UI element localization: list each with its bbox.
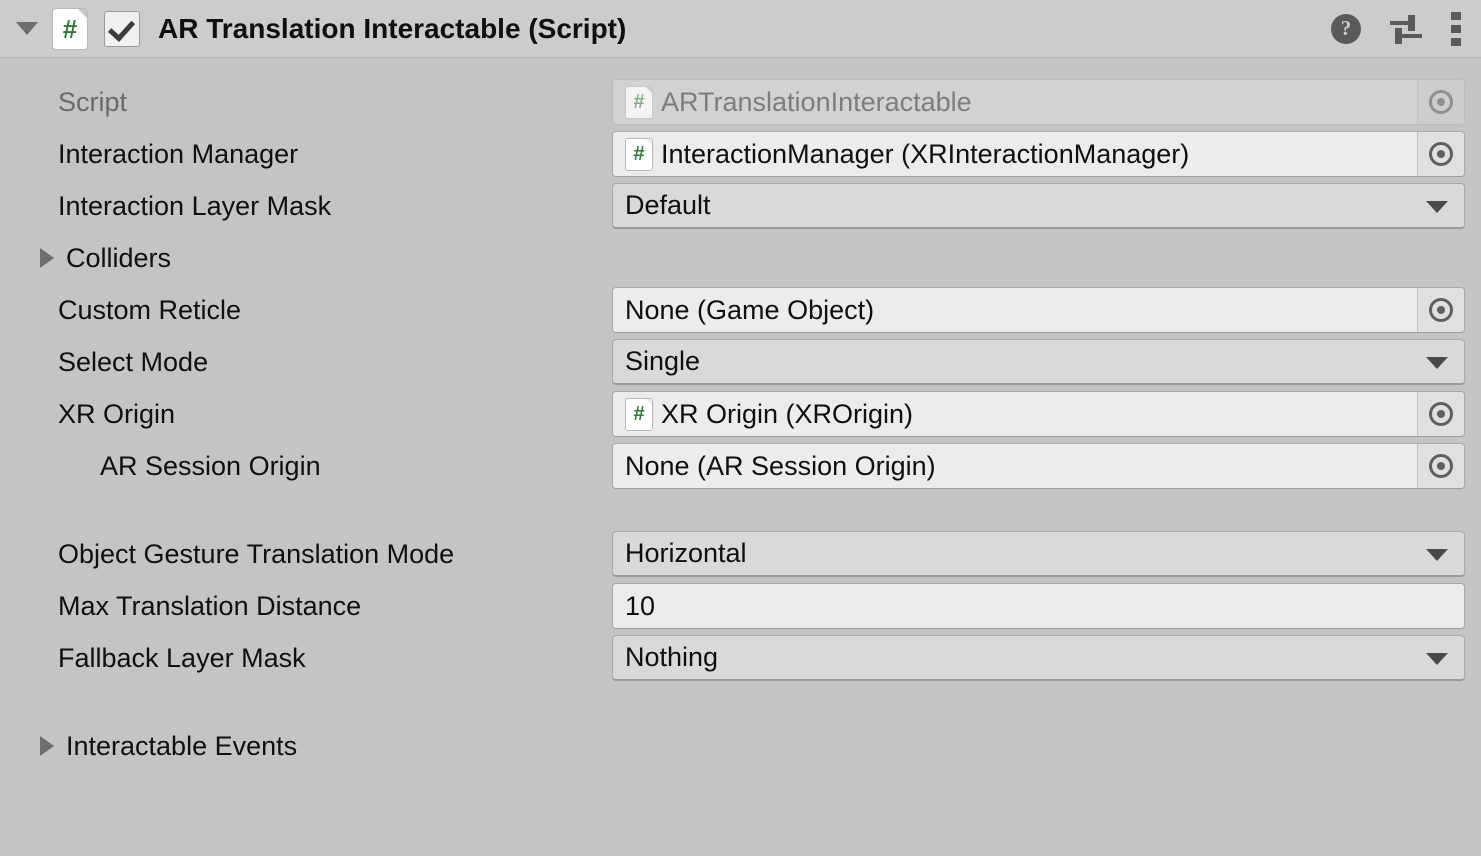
field-interaction-layer-mask[interactable]: Default xyxy=(612,183,1465,229)
field-max-translation-distance[interactable]: 10 xyxy=(612,583,1465,629)
field-xr-origin-value: XR Origin (XROrigin) xyxy=(661,401,913,428)
property-row-interactable-events[interactable]: Interactable Events xyxy=(0,720,1481,772)
label-custom-reticle: Custom Reticle xyxy=(16,295,612,326)
csharp-script-icon: # xyxy=(625,86,653,119)
label-interaction-manager: Interaction Manager xyxy=(16,139,612,170)
section-spacer xyxy=(0,684,1481,720)
property-row-script: Script # ARTranslationInteractable xyxy=(0,76,1481,128)
top-spacer xyxy=(0,58,1481,76)
label-ar-session-origin: AR Session Origin xyxy=(16,451,612,482)
object-picker-icon[interactable] xyxy=(1417,288,1464,332)
field-custom-reticle-value: None (Game Object) xyxy=(625,295,874,326)
field-interaction-layer-mask-value: Default xyxy=(625,190,711,221)
label-object-gesture-translation-mode: Object Gesture Translation Mode xyxy=(16,539,612,570)
label-colliders: Colliders xyxy=(16,243,612,274)
field-interaction-manager[interactable]: # InteractionManager (XRInteractionManag… xyxy=(612,131,1465,177)
field-custom-reticle[interactable]: None (Game Object) xyxy=(612,287,1465,333)
kebab-menu-icon[interactable] xyxy=(1451,12,1461,46)
object-picker-icon[interactable] xyxy=(1417,132,1464,176)
field-object-gesture-translation-mode[interactable]: Horizontal xyxy=(612,531,1465,577)
field-object-gesture-translation-mode-value: Horizontal xyxy=(625,538,747,569)
csharp-script-icon: # xyxy=(625,138,653,171)
field-script: # ARTranslationInteractable xyxy=(612,79,1465,125)
label-xr-origin: XR Origin xyxy=(16,399,612,430)
property-row-colliders[interactable]: Colliders xyxy=(0,232,1481,284)
property-row-object-gesture-translation-mode: Object Gesture Translation Mode Horizont… xyxy=(0,528,1481,580)
property-row-custom-reticle: Custom Reticle None (Game Object) xyxy=(0,284,1481,336)
field-xr-origin[interactable]: # XR Origin (XROrigin) xyxy=(612,391,1465,437)
chevron-down-icon xyxy=(1426,653,1448,665)
label-interaction-layer-mask: Interaction Layer Mask xyxy=(16,191,612,222)
label-fallback-layer-mask: Fallback Layer Mask xyxy=(16,643,612,674)
label-colliders-text: Colliders xyxy=(66,243,171,274)
field-ar-session-origin-value: None (AR Session Origin) xyxy=(625,451,936,482)
label-interactable-events: Interactable Events xyxy=(16,731,612,762)
object-picker-icon[interactable] xyxy=(1417,80,1464,124)
header-icon-group: ? xyxy=(1331,0,1461,57)
csharp-script-icon: # xyxy=(625,398,653,431)
foldout-arrow-icon[interactable] xyxy=(40,248,54,268)
component-foldout-arrow-icon[interactable] xyxy=(16,22,38,35)
help-icon[interactable]: ? xyxy=(1331,14,1361,44)
inspector-body: Script # ARTranslationInteractable Inter… xyxy=(0,58,1481,772)
label-interactable-events-text: Interactable Events xyxy=(66,731,297,762)
component-enabled-checkbox[interactable] xyxy=(104,11,140,47)
chevron-down-icon xyxy=(1426,549,1448,561)
field-max-translation-distance-value: 10 xyxy=(625,591,655,622)
field-select-mode-value: Single xyxy=(625,346,700,377)
field-select-mode[interactable]: Single xyxy=(612,339,1465,385)
component-title: AR Translation Interactable (Script) xyxy=(158,13,626,45)
property-row-ar-session-origin: AR Session Origin None (AR Session Origi… xyxy=(0,440,1481,492)
foldout-arrow-icon[interactable] xyxy=(40,736,54,756)
section-spacer xyxy=(0,492,1481,528)
field-ar-session-origin[interactable]: None (AR Session Origin) xyxy=(612,443,1465,489)
field-fallback-layer-mask-value: Nothing xyxy=(625,642,718,673)
property-row-xr-origin: XR Origin # XR Origin (XROrigin) xyxy=(0,388,1481,440)
property-row-select-mode: Select Mode Single xyxy=(0,336,1481,388)
object-picker-icon[interactable] xyxy=(1417,444,1464,488)
chevron-down-icon xyxy=(1426,357,1448,369)
property-row-interaction-layer-mask: Interaction Layer Mask Default xyxy=(0,180,1481,232)
csharp-script-icon: # xyxy=(52,8,88,50)
object-picker-icon[interactable] xyxy=(1417,392,1464,436)
preset-sliders-icon[interactable] xyxy=(1389,14,1423,44)
field-interaction-manager-value: InteractionManager (XRInteractionManager… xyxy=(661,141,1189,168)
field-script-value: ARTranslationInteractable xyxy=(661,89,972,116)
property-row-max-translation-distance: Max Translation Distance 10 xyxy=(0,580,1481,632)
label-script: Script xyxy=(16,87,612,118)
property-row-interaction-manager: Interaction Manager # InteractionManager… xyxy=(0,128,1481,180)
field-fallback-layer-mask[interactable]: Nothing xyxy=(612,635,1465,681)
label-max-translation-distance: Max Translation Distance xyxy=(16,591,612,622)
property-row-fallback-layer-mask: Fallback Layer Mask Nothing xyxy=(0,632,1481,684)
component-header: # AR Translation Interactable (Script) ? xyxy=(0,0,1481,58)
label-select-mode: Select Mode xyxy=(16,347,612,378)
chevron-down-icon xyxy=(1426,201,1448,213)
